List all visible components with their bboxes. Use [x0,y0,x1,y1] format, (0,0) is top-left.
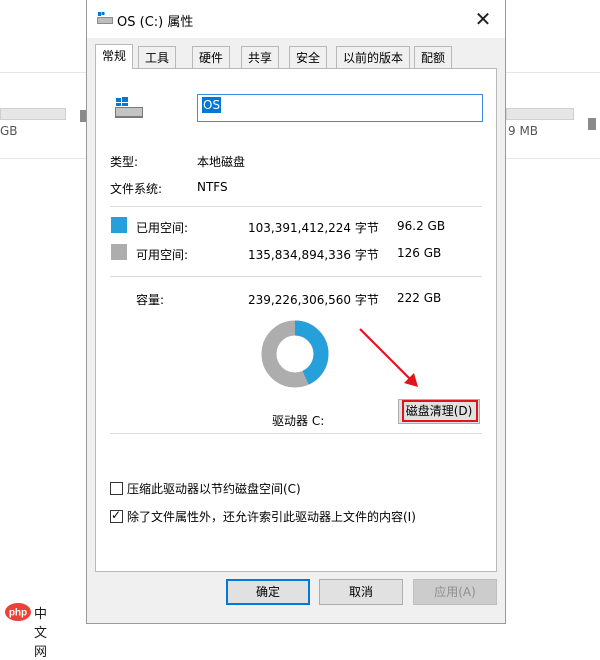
separator [110,276,482,277]
background-divider [506,72,600,73]
used-space-bytes: 103,391,412,224 字节 [248,221,379,235]
red-arrow-annotation [359,328,418,387]
free-space-label: 可用空间: [136,248,189,262]
compress-checkbox[interactable] [110,482,123,495]
drive-label: 驱动器 C: [272,414,325,428]
checkmark-icon: ✓ [111,508,122,522]
filesystem-label: 文件系统: [110,182,163,196]
background-size-text: GB [0,124,18,138]
general-tab-panel: OS 类型: 本地磁盘 文件系统: NTFS 已用空间: 103,391,412… [95,68,497,572]
filesystem-value: NTFS [197,180,228,194]
php-logo-icon: php [5,603,31,621]
volume-name-input[interactable]: OS [197,94,483,122]
type-label: 类型: [110,155,139,169]
close-button[interactable]: ✕ [461,0,505,38]
usage-donut-chart [261,320,329,388]
tab-security[interactable]: 安全 [289,46,328,68]
cancel-button[interactable]: 取消 [319,579,403,605]
type-value: 本地磁盘 [197,155,246,169]
background-drive-icon [588,118,596,130]
tab-previous-versions[interactable]: 以前的版本 [336,46,411,68]
compress-option[interactable]: 压缩此驱动器以节约磁盘空间(C) [110,480,301,497]
close-icon: ✕ [474,7,492,31]
used-space-swatch [111,217,127,233]
index-checkbox[interactable]: ✓ [110,508,123,523]
disk-cleanup-button[interactable]: 磁盘清理(D) [398,399,480,424]
background-divider [506,158,600,159]
separator [110,206,482,207]
capacity-label: 容量: [136,293,165,307]
used-space-label: 已用空间: [136,221,189,235]
index-option-label: 除了文件属性外，还允许索引此驱动器上文件的内容(I) [127,510,416,524]
separator [110,433,482,434]
watermark-text: 中文网 [34,607,48,660]
windows-drive-icon [115,97,143,118]
capacity-bytes: 239,226,306,560 字节 [248,293,379,307]
title-bar[interactable]: OS (C:) 属性 ✕ [87,0,505,38]
used-space-size: 96.2 GB [397,219,446,233]
ok-button[interactable]: 确定 [226,579,310,605]
capacity-size: 222 GB [397,291,442,305]
free-space-bytes: 135,834,894,336 字节 [248,248,379,262]
free-space-size: 126 GB [397,246,442,260]
background-divider [0,72,86,73]
tab-sharing[interactable]: 共享 [241,46,280,68]
properties-dialog: OS (C:) 属性 ✕ 常规 工具 硬件 共享 安全 以前的版本 配额 OS … [86,0,506,624]
tab-hardware[interactable]: 硬件 [192,46,231,68]
window-title: OS (C:) 属性 [117,15,194,30]
apply-button[interactable]: 应用(A) [413,579,497,605]
drive-icon [97,12,113,24]
tab-general[interactable]: 常规 [95,44,134,69]
free-space-swatch [111,244,127,260]
index-option[interactable]: ✓ 除了文件属性外，还允许索引此驱动器上文件的内容(I) [110,508,416,525]
tab-quota[interactable]: 配额 [414,46,453,68]
background-size-text: 9 MB [508,124,539,138]
background-drive-bar [0,108,66,120]
background-drive-bar [506,108,574,120]
tab-tools[interactable]: 工具 [138,46,177,68]
background-divider [0,158,86,159]
volume-name-text: OS [202,97,222,113]
compress-option-label: 压缩此驱动器以节约磁盘空间(C) [127,482,301,496]
php-logo-text: php [9,608,27,619]
